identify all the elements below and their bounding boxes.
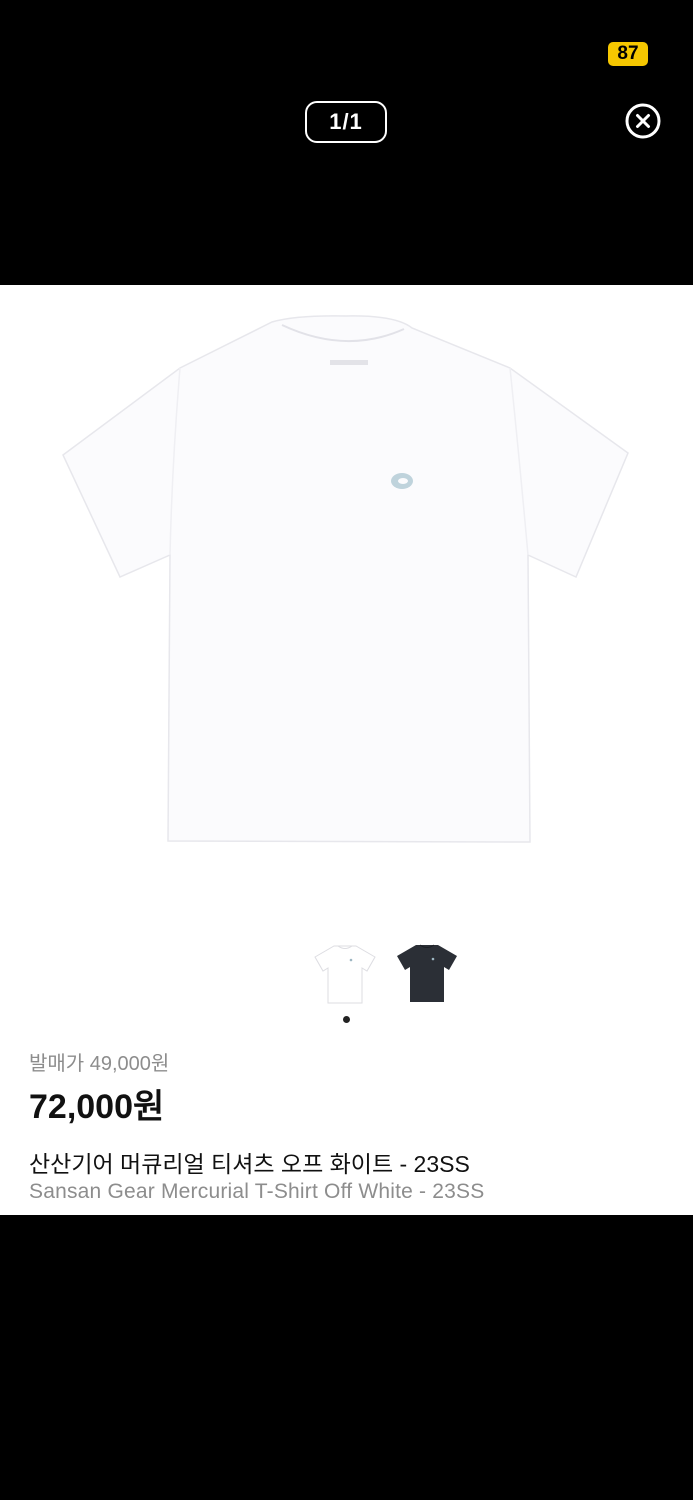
product-image[interactable] [0, 285, 693, 925]
battery-badge: 87 [608, 42, 648, 66]
image-counter: 1/1 [305, 101, 387, 143]
color-thumbnails [312, 942, 462, 1007]
viewer-header: 87 1/1 [0, 0, 693, 285]
close-button[interactable] [625, 103, 661, 139]
thumbnail-dark[interactable] [394, 942, 460, 1007]
thumbnail-white[interactable] [312, 942, 378, 1007]
product-sheet: 발매가 49,000원 72,000원 산산기어 머큐리얼 티셔츠 오프 화이트… [0, 285, 693, 1215]
viewer-footer [0, 1215, 693, 1500]
current-price: 72,000원 [29, 1088, 165, 1126]
logo-emblem [391, 473, 413, 489]
release-price: 발매가 49,000원 [29, 1053, 170, 1075]
pagination-dot [343, 1016, 350, 1023]
product-name-korean: 산산기어 머큐리얼 티셔츠 오프 화이트 - 23SS [29, 1151, 470, 1177]
close-circle-icon [625, 103, 661, 139]
product-name-english: Sansan Gear Mercurial T-Shirt Off White … [29, 1180, 485, 1203]
